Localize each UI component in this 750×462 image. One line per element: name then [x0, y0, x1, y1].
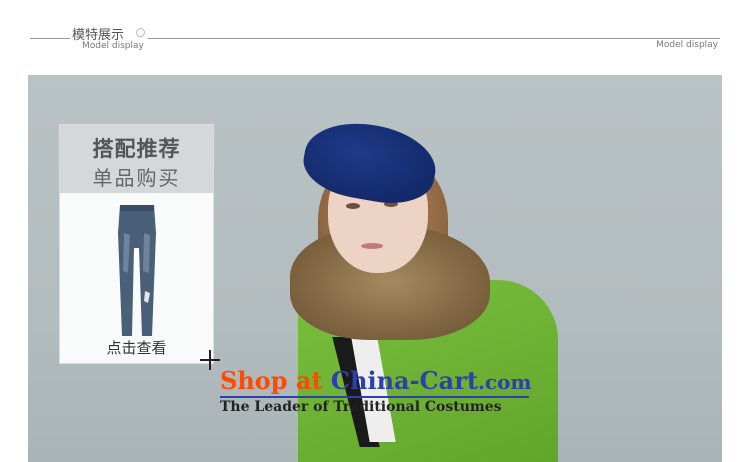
- section-subtitle: Model display: [82, 41, 144, 51]
- watermark-domain: .com: [477, 370, 532, 394]
- header-divider-left: [30, 38, 70, 39]
- watermark-tagline: The Leader of Traditional Costumes: [220, 399, 502, 415]
- watermark-underline: [220, 396, 529, 398]
- model-eye-left: [346, 203, 360, 209]
- jeans-product-image[interactable]: [112, 203, 162, 336]
- watermark-site: China-Cart: [330, 366, 478, 395]
- model-lips: [361, 243, 383, 249]
- plus-icon[interactable]: [199, 349, 221, 371]
- blue-beret: [298, 114, 442, 211]
- section-subtitle-right: Model display: [656, 40, 718, 50]
- recommend-panel[interactable]: 搭配推荐 单品购买 点击查看: [59, 124, 214, 364]
- panel-header: 搭配推荐 单品购买: [60, 125, 213, 193]
- panel-title: 搭配推荐: [92, 137, 181, 161]
- view-details-link[interactable]: 点击查看: [60, 337, 213, 358]
- header-divider-right: [148, 38, 720, 39]
- watermark-shop: Shop at: [220, 366, 331, 395]
- circle-dot-icon: [136, 28, 145, 37]
- watermark: Shop at China-Cart.com: [220, 366, 532, 395]
- panel-subtitle: 单品购买: [92, 166, 181, 190]
